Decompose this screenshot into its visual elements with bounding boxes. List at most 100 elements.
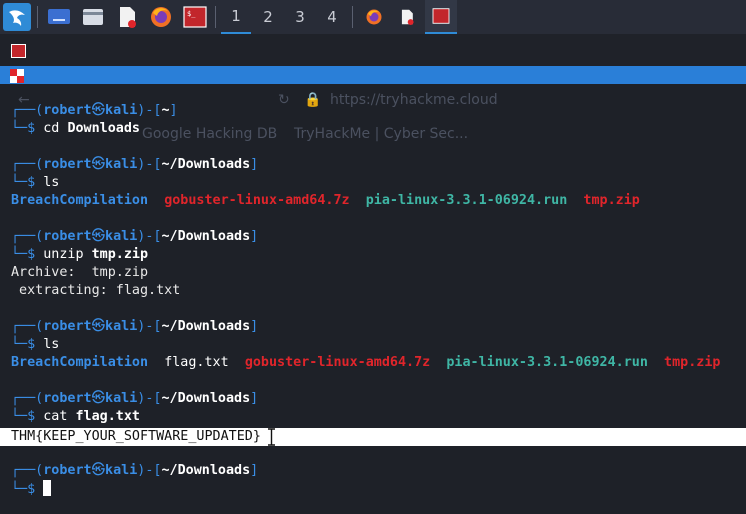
prompt-mid: )-[ <box>137 103 162 118</box>
prompt-dir: ~/Downloads <box>161 157 251 172</box>
prompt-close: ] <box>169 103 178 118</box>
firefox-icon[interactable] <box>147 3 175 31</box>
prompt-user: robert <box>43 103 92 118</box>
prompt-host: kali <box>105 103 138 118</box>
flag-output[interactable]: THM{KEEP_YOUR_SOFTWARE_UPDATED} <box>11 428 261 446</box>
prompt-at: ㉿ <box>91 463 106 478</box>
prompt-at: ㉿ <box>91 229 106 244</box>
file-manager-icon[interactable] <box>79 3 107 31</box>
ghost-reload-icon: ↻ <box>278 92 290 108</box>
file-entry: flag.txt <box>164 355 229 370</box>
prompt-mid: )-[ <box>137 391 162 406</box>
command: unzip <box>43 247 84 262</box>
prompt-dollar: └─$ <box>11 482 44 497</box>
ghost-bookmark-2: TryHackMe | Cyber Sec... <box>294 126 469 142</box>
svg-text:$_: $_ <box>187 10 196 18</box>
prompt-dir: ~/Downloads <box>161 229 251 244</box>
terminal-tab-bar <box>0 66 746 84</box>
prompt-mid: )-[ <box>137 157 162 172</box>
prompt-user: robert <box>43 157 92 172</box>
prompt-open: ┌──( <box>11 229 44 244</box>
command: cat <box>43 409 68 424</box>
archive-entry: tmp.zip <box>583 193 640 208</box>
ghost-bookmark-1: Google Hacking DB <box>142 126 278 142</box>
archive-entry: tmp.zip <box>664 355 721 370</box>
prompt-open: ┌──( <box>11 103 44 118</box>
panel-separator <box>37 6 38 28</box>
command-arg: tmp.zip <box>91 247 149 262</box>
prompt-host: kali <box>105 319 138 334</box>
task-firefox-icon[interactable] <box>360 3 388 31</box>
prompt-at: ㉿ <box>91 391 106 406</box>
prompt-line: ┌──(robert㉿kali)-[~/Downloads] <box>11 462 258 480</box>
terminal-window-titlebar <box>0 34 746 66</box>
command-line: └─$ cd Downloads <box>11 120 140 138</box>
command-line: └─$ ls <box>11 336 59 354</box>
prompt-at: ㉿ <box>91 157 106 172</box>
prompt-host: kali <box>105 391 138 406</box>
prompt-user: robert <box>43 319 92 334</box>
prompt-dollar: └─$ <box>11 175 44 190</box>
command: ls <box>43 175 60 190</box>
prompt-mid: )-[ <box>137 463 162 478</box>
prompt-dir: ~/Downloads <box>161 391 251 406</box>
prompt-at: ㉿ <box>91 103 106 118</box>
prompt-user: robert <box>43 463 92 478</box>
prompt-dollar: └─$ <box>11 409 44 424</box>
prompt-line: ┌──(robert㉿kali)-[~/Downloads] <box>11 390 258 408</box>
prompt-dollar: └─$ <box>11 121 44 136</box>
ghost-url: https://tryhackme.cloud <box>330 92 498 108</box>
workspace-1[interactable]: 1 <box>221 0 251 34</box>
prompt-close: ] <box>250 319 259 334</box>
prompt-close: ] <box>250 463 259 478</box>
archive-entry: gobuster-linux-amd64.7z <box>244 355 431 370</box>
command-line: └─$ ls <box>11 174 59 192</box>
prompt-line: ┌──(robert㉿kali)-[~/Downloads] <box>11 318 258 336</box>
command-arg: Downloads <box>67 121 140 136</box>
prompt-open: ┌──( <box>11 391 44 406</box>
panel-separator <box>215 6 216 28</box>
prompt-line: ┌──(robert㉿kali)-[~] <box>11 102 178 120</box>
prompt-open: ┌──( <box>11 463 44 478</box>
prompt-dir: ~/Downloads <box>161 463 251 478</box>
top-panel: $_ 1 2 3 4 <box>0 0 746 34</box>
prompt-dollar: └─$ <box>11 337 44 352</box>
prompt-at: ㉿ <box>91 319 106 334</box>
text-editor-icon[interactable] <box>113 3 141 31</box>
command-arg: flag.txt <box>75 409 141 424</box>
task-terminal-icon[interactable] <box>425 0 457 34</box>
prompt-open: ┌──( <box>11 157 44 172</box>
prompt-dollar: └─$ <box>11 247 44 262</box>
command-line: └─$ cat flag.txt <box>11 408 140 426</box>
terminal-cursor <box>43 480 52 496</box>
workspace-4[interactable]: 4 <box>317 0 347 34</box>
ls-output: BreachCompilation flag.txt gobuster-linu… <box>11 354 720 372</box>
workspace-2[interactable]: 2 <box>253 0 283 34</box>
command: cd <box>43 121 60 136</box>
prompt-user: robert <box>43 391 92 406</box>
kali-menu-icon[interactable] <box>3 3 31 31</box>
task-text-editor-icon[interactable] <box>393 3 421 31</box>
prompt-line: ┌──(robert㉿kali)-[~/Downloads] <box>11 228 258 246</box>
ghost-lock-icon: 🔒 <box>304 92 322 108</box>
prompt-mid: )-[ <box>137 319 162 334</box>
exec-entry: pia-linux-3.3.1-06924.run <box>446 355 648 370</box>
prompt-mid: )-[ <box>137 229 162 244</box>
prompt-close: ] <box>250 229 259 244</box>
workspace-3[interactable]: 3 <box>285 0 315 34</box>
terminal-icon[interactable]: $_ <box>181 3 209 31</box>
prompt-open: ┌──( <box>11 319 44 334</box>
terminal-window-icon <box>11 43 26 62</box>
prompt-host: kali <box>105 157 138 172</box>
desktop-icon[interactable] <box>45 3 73 31</box>
prompt-dir: ~ <box>161 103 170 118</box>
command-line: └─$ unzip tmp.zip <box>11 246 148 264</box>
prompt-dir: ~/Downloads <box>161 319 251 334</box>
command-line[interactable]: └─$ <box>11 480 52 498</box>
archive-entry: gobuster-linux-amd64.7z <box>164 193 350 208</box>
command: ls <box>43 337 60 352</box>
prompt-close: ] <box>250 157 259 172</box>
text-cursor-icon <box>267 428 276 446</box>
output-line: Archive: tmp.zip <box>11 265 149 280</box>
output-line: extracting: flag.txt <box>11 283 181 298</box>
